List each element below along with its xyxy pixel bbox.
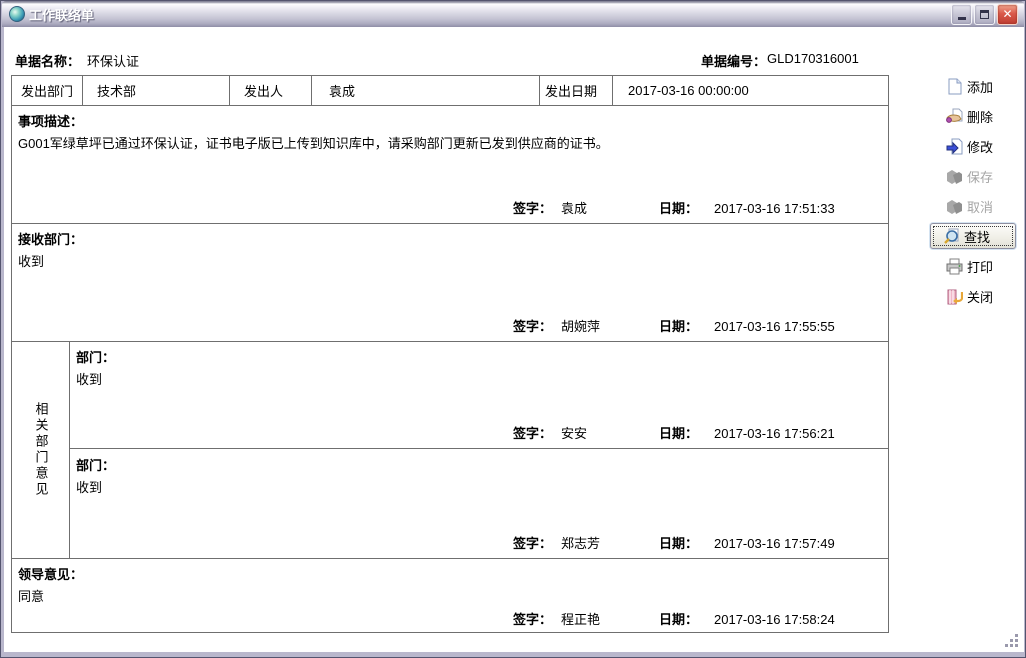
signature-row: 签字： 郑志芳 日期： 2017-03-16 17:57:49 — [513, 533, 846, 552]
sign-label: 签字： — [513, 609, 561, 628]
signature-row: 签字： 袁成 日期： 2017-03-16 17:51:33 — [513, 198, 846, 217]
doc-number-label: 单据编号： — [701, 51, 766, 70]
date-label: 日期： — [659, 533, 714, 552]
close-button[interactable]: 关闭 — [927, 281, 1019, 311]
date-label: 日期： — [659, 316, 714, 335]
sign-name: 安安 — [561, 423, 659, 442]
modify-button-label: 修改 — [967, 137, 993, 156]
dept-content[interactable]: 收到 — [76, 477, 102, 496]
delete-button-label: 删除 — [967, 107, 993, 126]
cancel-button: 取消 — [927, 191, 1019, 221]
related-dept-entry: 部门： 收到 签字： 安安 日期： 2017-03-16 17:56:21 — [70, 342, 888, 449]
sign-name: 程正艳 — [561, 609, 659, 628]
sign-name: 郑志芳 — [561, 533, 659, 552]
close-form-icon — [946, 288, 963, 305]
dept-content[interactable]: 收到 — [76, 369, 102, 388]
doc-number-value: GLD170316001 — [767, 51, 859, 66]
description-section: 事项描述： G001军绿草坪已通过环保认证，证书电子版已上传到知识库中，请采购部… — [12, 106, 888, 224]
modify-icon — [946, 138, 963, 155]
find-button[interactable]: 查找 — [930, 223, 1016, 249]
add-button-label: 添加 — [967, 77, 993, 96]
signature-row: 签字： 安安 日期： 2017-03-16 17:56:21 — [513, 423, 846, 442]
document-table: 发出部门 技术部 发出人 袁成 发出日期 2017-03-16 00:00:00… — [11, 75, 889, 633]
app-icon — [9, 6, 25, 22]
sender-value[interactable]: 袁成 — [312, 76, 540, 105]
related-depts-header: 相关部门意见 — [12, 342, 70, 558]
save-icon — [946, 168, 963, 185]
signature-row: 签字： 胡婉萍 日期： 2017-03-16 17:55:55 — [513, 316, 846, 335]
leader-content[interactable]: 同意 — [18, 586, 44, 605]
print-icon — [946, 258, 963, 275]
add-icon — [946, 78, 963, 95]
sign-date: 2017-03-16 17:55:55 — [714, 319, 846, 334]
signature-row: 签字： 程正艳 日期： 2017-03-16 17:58:24 — [513, 609, 846, 628]
description-content[interactable]: G001军绿草坪已通过环保认证，证书电子版已上传到知识库中，请采购部门更新已发到… — [18, 133, 609, 152]
send-dept-label: 发出部门 — [12, 76, 83, 105]
send-dept-value[interactable]: 技术部 — [83, 76, 230, 105]
receiver-content[interactable]: 收到 — [18, 251, 44, 270]
modify-button[interactable]: 修改 — [927, 131, 1019, 161]
save-button-label: 保存 — [967, 167, 993, 186]
date-label: 日期： — [659, 609, 714, 628]
dept-label: 部门： — [76, 455, 115, 474]
print-button[interactable]: 打印 — [927, 251, 1019, 281]
add-button[interactable]: 添加 — [927, 71, 1019, 101]
related-depts-label: 相关部门意见 — [33, 402, 49, 498]
find-icon — [943, 228, 960, 245]
sign-name: 胡婉萍 — [561, 316, 659, 335]
sign-label: 签字： — [513, 533, 561, 552]
close-button-label: 关闭 — [967, 287, 993, 306]
receiver-section: 接收部门： 收到 签字： 胡婉萍 日期： 2017-03-16 17:55:55 — [12, 224, 888, 342]
sign-date: 2017-03-16 17:57:49 — [714, 536, 846, 551]
leader-opinion-section: 领导意见： 同意 签字： 程正艳 日期： 2017-03-16 17:58:24 — [12, 559, 888, 634]
description-label: 事项描述： — [18, 111, 83, 130]
sign-date: 2017-03-16 17:58:24 — [714, 612, 846, 627]
close-window-button[interactable]: ✕ — [997, 4, 1018, 25]
print-button-label: 打印 — [967, 257, 993, 276]
date-label: 日期： — [659, 423, 714, 442]
window-controls: ✕ — [951, 4, 1020, 25]
sign-label: 签字： — [513, 423, 561, 442]
receiver-label: 接收部门： — [18, 229, 83, 248]
related-depts-entries: 部门： 收到 签字： 安安 日期： 2017-03-16 17:56:21 部门… — [70, 342, 888, 558]
close-icon: ✕ — [1002, 8, 1012, 20]
maximize-button[interactable] — [974, 4, 995, 25]
minimize-button[interactable] — [951, 4, 972, 25]
dept-label: 部门： — [76, 347, 115, 366]
action-toolbar: 添加 删除 修改 保存 取消 — [927, 71, 1019, 311]
related-depts-section: 相关部门意见 部门： 收到 签字： 安安 日期： 2017-03-16 17:5… — [12, 342, 888, 559]
cancel-button-label: 取消 — [967, 197, 993, 216]
save-button: 保存 — [927, 161, 1019, 191]
resize-grip[interactable] — [1005, 634, 1019, 648]
delete-icon — [946, 108, 963, 125]
leader-label: 领导意见： — [18, 564, 83, 583]
sign-date: 2017-03-16 17:51:33 — [714, 201, 846, 216]
delete-button[interactable]: 删除 — [927, 101, 1019, 131]
send-date-value[interactable]: 2017-03-16 00:00:00 — [613, 76, 888, 105]
app-window: 工作联络单 ✕ 单据名称： 环保认证 单据编号： GLD170316001 发出… — [0, 0, 1026, 658]
sign-label: 签字： — [513, 198, 561, 217]
sign-label: 签字： — [513, 316, 561, 335]
related-dept-entry: 部门： 收到 签字： 郑志芳 日期： 2017-03-16 17:57:49 — [70, 450, 888, 558]
find-button-label: 查找 — [964, 227, 990, 246]
sign-name: 袁成 — [561, 198, 659, 217]
cancel-icon — [946, 198, 963, 215]
info-row: 发出部门 技术部 发出人 袁成 发出日期 2017-03-16 00:00:00 — [12, 76, 888, 106]
date-label: 日期： — [659, 198, 714, 217]
titlebar[interactable]: 工作联络单 ✕ — [2, 1, 1024, 27]
window-title: 工作联络单 — [29, 5, 94, 24]
sender-label: 发出人 — [230, 76, 312, 105]
minimize-icon — [958, 17, 966, 20]
doc-name-label: 单据名称： — [15, 51, 80, 70]
sign-date: 2017-03-16 17:56:21 — [714, 426, 846, 441]
maximize-icon — [980, 10, 989, 19]
doc-name-value: 环保认证 — [87, 51, 139, 70]
send-date-label: 发出日期 — [540, 76, 613, 105]
